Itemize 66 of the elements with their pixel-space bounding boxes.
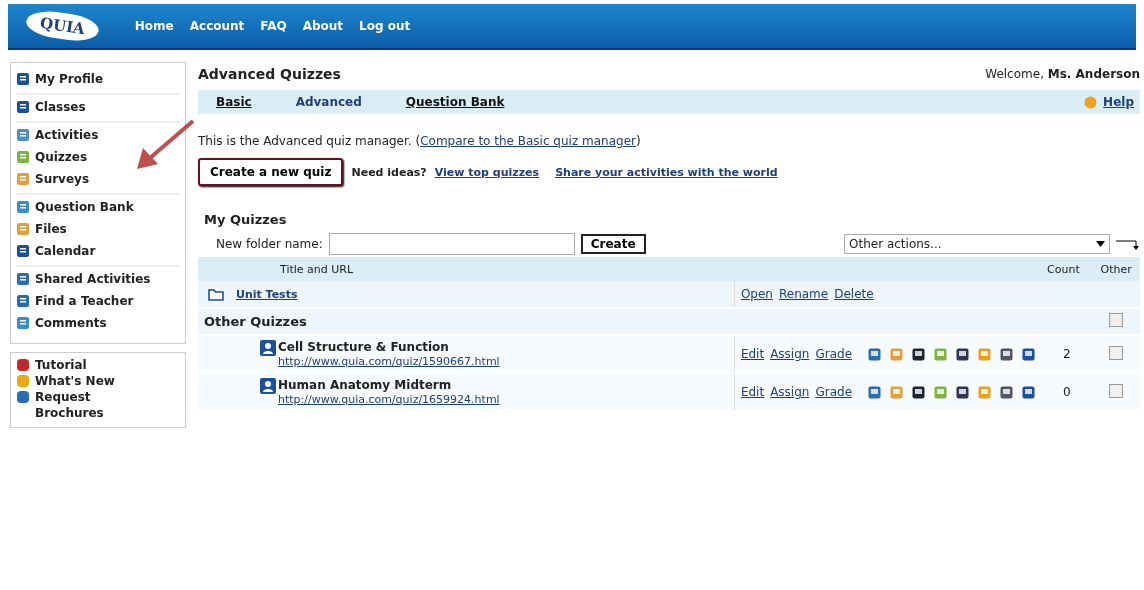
group-name: Other Quizzes <box>204 314 307 329</box>
sidebar-item[interactable]: My Profile <box>16 71 180 87</box>
pointer-arrow <box>134 118 196 172</box>
quiz-title: Cell Structure & Function <box>278 340 450 354</box>
help-link[interactable]: Help <box>1103 95 1134 109</box>
action-link[interactable]: Open <box>740 287 773 301</box>
action-link[interactable]: Edit <box>740 347 765 361</box>
sidebar-item[interactable]: Request Brochures <box>16 389 180 421</box>
action-link[interactable]: Edit <box>740 385 765 399</box>
nav-link[interactable]: Account <box>189 19 245 33</box>
sidebar-item[interactable]: Calendar <box>16 243 180 259</box>
sidebar-item[interactable]: Quizzes <box>16 149 180 165</box>
sidebar-item[interactable]: Surveys <box>16 171 180 187</box>
tab[interactable]: Advanced <box>295 95 362 109</box>
list-icon <box>16 150 30 164</box>
nav-link[interactable]: Log out <box>359 19 411 33</box>
section-title: My Quizzes <box>204 212 288 227</box>
sidebar-item[interactable]: Question Bank <box>16 199 180 215</box>
ideas-label: Need ideas? <box>351 165 427 179</box>
quiz-url-link[interactable]: http://www.quia.com/quiz/1590667.html <box>278 355 500 368</box>
action-link[interactable]: Rename <box>778 287 829 301</box>
help-icon <box>1084 95 1098 109</box>
column-header: Title and URL <box>198 257 735 281</box>
sidebar-item[interactable]: Classes <box>16 99 180 115</box>
sidebar-item[interactable]: Find a Teacher <box>16 293 180 309</box>
action-link[interactable]: Assign <box>770 347 810 361</box>
sidebar-item[interactable]: Shared Activities <box>16 271 180 287</box>
arrow-icon <box>1116 237 1140 251</box>
list-icon <box>16 172 30 186</box>
sidebar-item[interactable]: Activities <box>16 127 180 143</box>
count-cell: 0 <box>1041 373 1093 411</box>
caret-icon <box>1096 241 1105 247</box>
action-link[interactable]: Grade <box>815 347 853 361</box>
checkbox[interactable] <box>1109 383 1124 398</box>
compare-link[interactable]: Compare to the Basic quiz manager <box>420 134 636 148</box>
action-link[interactable]: Assign <box>770 385 810 399</box>
actions-dropdown[interactable]: Other actions... <box>844 234 1110 254</box>
quiz-url-link[interactable]: http://www.quia.com/quiz/1659924.html <box>278 393 500 406</box>
nav-link[interactable]: FAQ <box>260 19 287 33</box>
top-quizzes-link[interactable]: View top quizzes <box>434 165 540 179</box>
share-link[interactable]: Share your activities with the world <box>555 165 778 179</box>
sidebar-item[interactable]: What's New <box>16 373 180 389</box>
list-icon <box>16 128 30 142</box>
page-title: Advanced Quizzes <box>198 66 341 82</box>
folder-icon <box>208 287 224 301</box>
action-link[interactable]: Grade <box>815 385 853 399</box>
folder-link[interactable]: Unit Tests <box>236 287 298 301</box>
sidebar-item[interactable]: Comments <box>16 315 180 331</box>
tab[interactable]: Basic <box>216 95 252 109</box>
sidebar-item[interactable]: Tutorial <box>16 357 180 373</box>
checkbox[interactable] <box>1109 345 1124 360</box>
folder-name-field[interactable] <box>328 233 575 255</box>
sidebar-item[interactable]: Files <box>16 221 180 237</box>
action-link[interactable]: Delete <box>834 287 874 301</box>
nav-link[interactable]: About <box>302 19 344 33</box>
column-header: Count <box>1041 257 1093 281</box>
tab[interactable]: Question Bank <box>405 95 505 109</box>
create-quiz-button[interactable]: Create a new quiz <box>198 158 344 186</box>
welcome-text: Welcome, Ms. Anderson <box>985 67 1140 81</box>
create-button[interactable]: Create <box>580 234 646 254</box>
intro-text: This is the Advanced quiz manager. (Compare to the Basic quiz manager) <box>198 134 642 148</box>
nav-link[interactable]: Home <box>134 19 174 33</box>
quiz-title: Human Anatomy Midterm <box>278 378 453 392</box>
folder-name-label: New folder name: <box>216 237 323 251</box>
column-header: Other <box>1092 257 1140 281</box>
checkbox[interactable] <box>1109 313 1124 327</box>
